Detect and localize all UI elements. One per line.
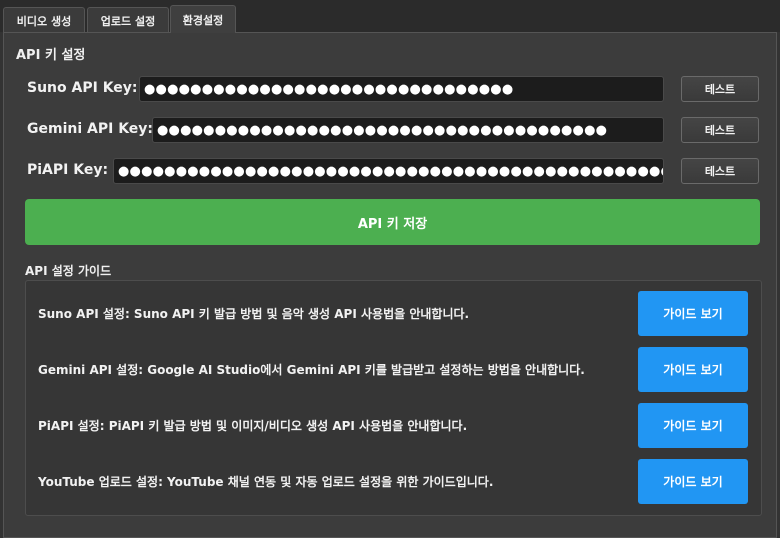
- guide-piapi-text: PiAPI 설정: PiAPI 키 발급 방법 및 이미지/비디오 생성 API…: [38, 419, 468, 433]
- suno-api-key-field[interactable]: ●●●●●●●●●●●●●●●●●●●●●●●●●●●●●●●●: [139, 76, 664, 102]
- gemini-api-key-label: Gemini API Key:: [27, 121, 154, 137]
- guide-piapi-button[interactable]: 가이드 보기: [638, 403, 748, 448]
- tab-video-create[interactable]: 비디오 생성: [3, 7, 85, 33]
- api-key-section-title: API 키 설정: [16, 48, 86, 63]
- piapi-key-field[interactable]: ●●●●●●●●●●●●●●●●●●●●●●●●●●●●●●●●●●●●●●●●…: [113, 158, 664, 184]
- guide-gemini-text: Gemini API 설정: Google AI Studio에서 Gemini…: [38, 363, 585, 377]
- guide-gemini-button[interactable]: 가이드 보기: [638, 347, 748, 392]
- settings-panel: API 키 설정 Suno API Key: ●●●●●●●●●●●●●●●●●…: [3, 32, 777, 538]
- piapi-test-button[interactable]: 테스트: [681, 158, 759, 184]
- guide-suno-button[interactable]: 가이드 보기: [638, 291, 748, 336]
- piapi-key-label: PiAPI Key:: [27, 162, 109, 178]
- api-guide-box: Suno API 설정: Suno API 키 발급 방법 및 음악 생성 AP…: [25, 280, 762, 516]
- suno-api-key-label: Suno API Key:: [27, 80, 138, 96]
- tab-bar: 비디오 생성 업로드 설정 환경설정: [0, 0, 780, 33]
- api-guide-section-title: API 설정 가이드: [25, 264, 112, 278]
- gemini-api-key-field[interactable]: ●●●●●●●●●●●●●●●●●●●●●●●●●●●●●●●●●●●●●●●: [152, 117, 664, 143]
- tab-settings[interactable]: 환경설정: [170, 5, 236, 33]
- guide-youtube-text: YouTube 업로드 설정: YouTube 채널 연동 및 자동 업로드 설…: [38, 475, 494, 489]
- save-api-keys-button[interactable]: API 키 저장: [25, 199, 760, 245]
- guide-suno-text: Suno API 설정: Suno API 키 발급 방법 및 음악 생성 AP…: [38, 307, 470, 321]
- guide-youtube-button[interactable]: 가이드 보기: [638, 459, 748, 504]
- gemini-test-button[interactable]: 테스트: [681, 117, 759, 143]
- tab-upload-settings[interactable]: 업로드 설정: [87, 7, 169, 33]
- suno-test-button[interactable]: 테스트: [681, 76, 759, 102]
